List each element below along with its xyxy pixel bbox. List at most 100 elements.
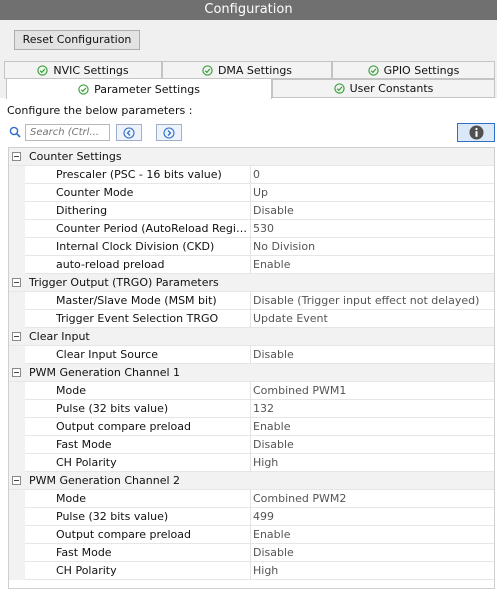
- parameter-label: Fast Mode: [56, 546, 112, 559]
- parameter-value[interactable]: 0: [253, 168, 491, 181]
- collapse-minus-icon[interactable]: [12, 476, 21, 485]
- row-gutter: [9, 508, 25, 526]
- column-divider: [250, 238, 251, 256]
- parameter-value[interactable]: Combined PWM2: [253, 492, 491, 505]
- collapse-minus-icon[interactable]: [12, 152, 21, 161]
- parameter-row[interactable]: Internal Clock Division (CKD) No Division: [9, 238, 494, 256]
- parameter-value[interactable]: High: [253, 456, 491, 469]
- parameter-row[interactable]: Dithering Disable: [9, 202, 494, 220]
- row-gutter: [9, 256, 25, 274]
- search-input[interactable]: [25, 124, 110, 141]
- parameter-row[interactable]: Output compare preload Enable: [9, 526, 494, 544]
- parameter-value[interactable]: 499: [253, 510, 491, 523]
- parameter-value[interactable]: Enable: [253, 528, 491, 541]
- row-gutter: [9, 436, 25, 454]
- parameter-row[interactable]: Output compare preload Enable: [9, 418, 494, 436]
- parameter-label: Mode: [56, 384, 86, 397]
- parameter-row[interactable]: Clear Input Source Disable: [9, 346, 494, 364]
- parameter-value[interactable]: Disable (Trigger input effect not delaye…: [253, 294, 491, 307]
- search-icon[interactable]: [9, 126, 21, 138]
- parameter-value[interactable]: Combined PWM1: [253, 384, 491, 397]
- parameter-row[interactable]: Master/Slave Mode (MSM bit) Disable (Trig…: [9, 292, 494, 310]
- parameter-row[interactable]: CH Polarity High: [9, 454, 494, 472]
- parameter-row[interactable]: Trigger Event Selection TRGO Update Event: [9, 310, 494, 328]
- column-divider: [250, 220, 251, 238]
- collapse-minus-icon[interactable]: [12, 278, 21, 287]
- tab-user-constants[interactable]: User Constants: [272, 79, 495, 98]
- row-gutter: [9, 220, 25, 238]
- parameter-value[interactable]: Disable: [253, 546, 491, 559]
- parameter-row[interactable]: Pulse (32 bits value) 499: [9, 508, 494, 526]
- column-divider: [250, 202, 251, 220]
- parameter-value[interactable]: No Division: [253, 240, 491, 253]
- info-icon: [468, 125, 484, 140]
- parameter-value[interactable]: Disable: [253, 204, 491, 217]
- parameter-value[interactable]: High: [253, 564, 491, 577]
- parameter-value[interactable]: Up: [253, 186, 491, 199]
- parameter-value[interactable]: 132: [253, 402, 491, 415]
- parameter-label: Output compare preload: [56, 528, 192, 541]
- parameter-row[interactable]: Fast Mode Disable: [9, 544, 494, 562]
- row-gutter: [9, 292, 25, 310]
- parameter-value[interactable]: 530: [253, 222, 491, 235]
- parameter-value[interactable]: Enable: [253, 258, 491, 271]
- previous-button[interactable]: [116, 124, 142, 141]
- column-divider: [250, 184, 251, 202]
- next-button[interactable]: [156, 124, 182, 141]
- row-gutter: [9, 310, 25, 328]
- parameter-label: Fast Mode: [56, 438, 112, 451]
- column-divider: [250, 346, 251, 364]
- parameter-row[interactable]: Mode Combined PWM2: [9, 490, 494, 508]
- parameter-value[interactable]: Update Event: [253, 312, 491, 325]
- tab-dma-settings[interactable]: DMA Settings: [162, 61, 332, 79]
- parameter-row[interactable]: Pulse (32 bits value) 132: [9, 400, 494, 418]
- parameter-row[interactable]: auto-reload preload Enable: [9, 256, 494, 274]
- collapse-minus-icon[interactable]: [12, 332, 21, 341]
- tab-nvic-settings[interactable]: NVIC Settings: [4, 61, 162, 79]
- parameter-label: Master/Slave Mode (MSM bit): [56, 294, 217, 307]
- column-divider: [250, 454, 251, 472]
- parameter-label: Output compare preload: [56, 420, 192, 433]
- parameter-label: Counter Period (AutoReload Register ...: [56, 222, 248, 235]
- info-button[interactable]: [457, 123, 495, 142]
- row-gutter: [9, 166, 25, 184]
- parameter-row[interactable]: Counter Period (AutoReload Register ... 5…: [9, 220, 494, 238]
- parameter-value[interactable]: Disable: [253, 348, 491, 361]
- row-gutter: [9, 526, 25, 544]
- column-divider: [250, 508, 251, 526]
- check-circle-icon: [333, 83, 345, 94]
- row-gutter: [9, 400, 25, 418]
- parameter-row[interactable]: Mode Combined PWM1: [9, 382, 494, 400]
- group-header-row[interactable]: PWM Generation Channel 1: [9, 364, 494, 382]
- row-gutter: [9, 454, 25, 472]
- tab-label: User Constants: [349, 82, 434, 95]
- row-gutter: [9, 238, 25, 256]
- column-divider: [250, 436, 251, 454]
- group-label: PWM Generation Channel 1: [29, 366, 181, 379]
- collapse-minus-icon[interactable]: [12, 368, 21, 377]
- parameter-value[interactable]: Enable: [253, 420, 491, 433]
- tab-gpio-settings[interactable]: GPIO Settings: [332, 61, 495, 79]
- row-gutter: [9, 202, 25, 220]
- group-header-row[interactable]: Counter Settings: [9, 148, 494, 166]
- group-header-row[interactable]: Trigger Output (TRGO) Parameters: [9, 274, 494, 292]
- parameter-label: Pulse (32 bits value): [56, 510, 169, 523]
- row-gutter: [9, 562, 25, 580]
- parameter-label: auto-reload preload: [56, 258, 165, 271]
- parameter-label: Internal Clock Division (CKD): [56, 240, 215, 253]
- parameter-value[interactable]: Disable: [253, 438, 491, 451]
- reset-configuration-button[interactable]: Reset Configuration: [14, 30, 140, 50]
- window-title: Configuration: [0, 0, 497, 20]
- row-gutter: [9, 382, 25, 400]
- group-header-row[interactable]: PWM Generation Channel 2: [9, 472, 494, 490]
- group-header-row[interactable]: Clear Input: [9, 328, 494, 346]
- parameter-label: Counter Mode: [56, 186, 134, 199]
- tab-parameter-settings[interactable]: Parameter Settings: [6, 78, 272, 99]
- parameter-label: Pulse (32 bits value): [56, 402, 169, 415]
- parameter-row[interactable]: Counter Mode Up: [9, 184, 494, 202]
- parameter-row[interactable]: Fast Mode Disable: [9, 436, 494, 454]
- parameter-label: Prescaler (PSC - 16 bits value): [56, 168, 222, 181]
- parameter-row[interactable]: CH Polarity High: [9, 562, 494, 580]
- parameter-row[interactable]: Prescaler (PSC - 16 bits value) 0: [9, 166, 494, 184]
- configure-label: Configure the below parameters :: [7, 104, 193, 117]
